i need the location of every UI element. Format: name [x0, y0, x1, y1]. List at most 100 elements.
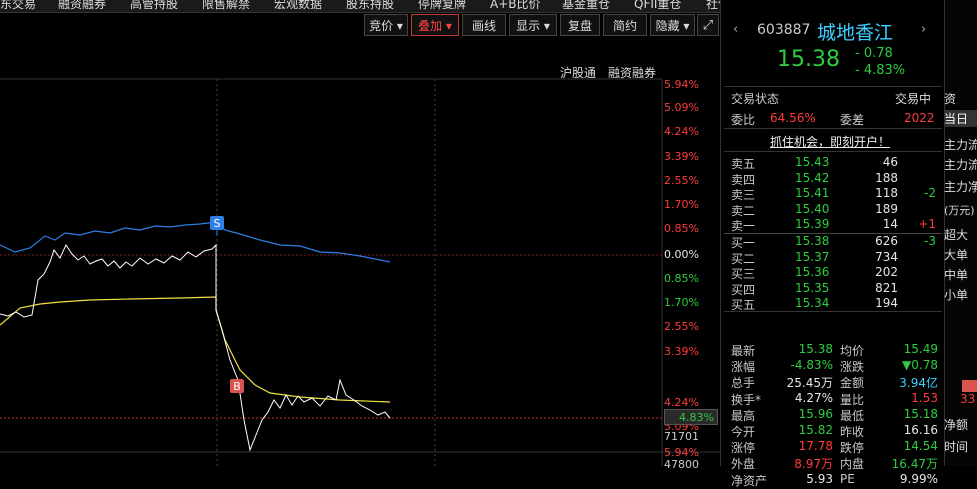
- divider: [724, 86, 942, 87]
- stat-value: 15.96: [798, 406, 833, 421]
- y-tick-label: 0.00%: [664, 248, 699, 261]
- stat-value: 25.45万: [786, 376, 833, 391]
- stat-value: 4.27%: [794, 390, 833, 405]
- simple-button[interactable]: 简约: [603, 14, 647, 36]
- capital-flow-row: 主力净: [944, 180, 977, 194]
- open-account-link[interactable]: 抓住机会，即刻开户！: [770, 133, 890, 150]
- divider: [724, 311, 942, 312]
- stat-label: 净资产: [731, 473, 768, 488]
- level-volume: 821: [875, 280, 898, 295]
- simple-label: 简约: [612, 19, 637, 33]
- stat-label: 总手: [731, 376, 756, 391]
- stat-value: 16.47万: [891, 457, 938, 472]
- ask-level-label: 卖一: [731, 219, 756, 233]
- y-tick-label: 2.55%: [664, 320, 699, 333]
- flow-bar-value: 33: [960, 392, 976, 406]
- hide-label: 隐藏: [655, 19, 680, 33]
- bid-level-label: 买一: [731, 236, 756, 250]
- stat-label: 内盘: [840, 457, 865, 472]
- stat-value: 1.53: [911, 390, 938, 405]
- nav-item[interactable]: 社保重仓: [706, 0, 720, 12]
- level-volume: 202: [875, 265, 898, 279]
- level-volume: 189: [875, 201, 898, 216]
- stock-name: 城地香江: [817, 22, 894, 44]
- display-button[interactable]: 显示 ▾: [509, 14, 557, 36]
- y-tick-label: 4.24%: [664, 125, 699, 138]
- hide-button[interactable]: 隐藏 ▾: [650, 14, 695, 36]
- sell-marker-text: S: [214, 217, 221, 230]
- stat-value: 14.54: [903, 439, 938, 454]
- expand-icon[interactable]: ⤢: [697, 14, 719, 36]
- bidding-button[interactable]: 竞价 ▾: [364, 14, 408, 36]
- stat-label: 换手*: [731, 392, 762, 407]
- level-volume: 188: [875, 170, 898, 185]
- nav-item[interactable]: 限售解禁: [202, 0, 250, 12]
- nav-item[interactable]: 高管持股: [130, 0, 178, 12]
- bid-level-label: 买三: [731, 267, 756, 281]
- capital-flow-row: (万元): [944, 204, 975, 217]
- y-tick-label: 1.70%: [664, 198, 699, 211]
- capital-flow-row: 大单: [944, 248, 969, 262]
- nav-item[interactable]: 停牌复牌: [418, 0, 466, 12]
- chevron-down-icon: ▾: [683, 19, 690, 33]
- volume-label-bottom: 47800: [664, 458, 699, 471]
- nav-item[interactable]: 股东持股: [346, 0, 394, 12]
- stat-label: 涨停: [731, 441, 756, 456]
- nav-item[interactable]: 融资融券: [58, 0, 106, 12]
- y-tick-label: 0.85%: [664, 272, 699, 285]
- prev-stock-icon[interactable]: ‹: [733, 22, 738, 37]
- level-change: +1: [918, 217, 936, 231]
- trade-status-value: 交易中: [895, 92, 932, 106]
- divider: [724, 233, 942, 234]
- level-price: 15.34: [795, 296, 830, 310]
- stat-label: PE: [840, 471, 855, 486]
- stat-label: 涨跌: [840, 360, 865, 375]
- draw-line-label: 画线: [471, 19, 496, 33]
- ask-level-label: 卖三: [731, 188, 756, 202]
- divider: [724, 151, 942, 152]
- intraday-chart[interactable]: S B: [0, 40, 720, 466]
- chevron-down-icon: ▾: [543, 19, 550, 33]
- bid-level-label: 买二: [731, 251, 756, 266]
- stat-label: 均价: [840, 344, 865, 358]
- bid-level-label: 买四: [731, 282, 756, 297]
- stat-label: 量比: [840, 392, 865, 407]
- y-tick-label: 5.09%: [664, 101, 699, 114]
- stat-value: 15.18: [903, 406, 938, 421]
- capital-flow-row: 小单: [944, 288, 969, 302]
- y-tick-label: 5.94%: [664, 78, 699, 91]
- overlay-button[interactable]: 叠加 ▾: [411, 14, 459, 36]
- stat-label: 最新: [731, 344, 756, 358]
- next-stock-icon[interactable]: ›: [921, 22, 926, 37]
- draw-line-button[interactable]: 画线: [462, 14, 506, 36]
- trade-status-label: 交易状态: [731, 92, 780, 106]
- level-volume: 194: [875, 296, 898, 310]
- stat-value: 3.94亿: [899, 376, 938, 391]
- ask-level-label: 卖四: [731, 172, 756, 187]
- y-tick-label: 3.39%: [664, 150, 699, 163]
- level-price: 15.37: [795, 249, 830, 264]
- stat-label: 外盘: [731, 457, 756, 472]
- stat-label: 金额: [840, 376, 865, 391]
- nav-item[interactable]: A+B比价: [490, 0, 541, 12]
- level-volume: 46: [882, 155, 898, 169]
- order-ratio-label: 委比: [731, 113, 756, 127]
- capital-flow-row: 主力流: [944, 158, 977, 172]
- avg-line: [0, 296, 391, 403]
- today-tab[interactable]: 当日: [944, 110, 977, 127]
- volume-label-top: 71701: [664, 430, 699, 443]
- level-price: 15.42: [795, 170, 830, 185]
- replay-label: 复盘: [567, 19, 592, 33]
- nav-item[interactable]: 基金重仓: [562, 0, 610, 12]
- nav-item[interactable]: 东交易: [0, 0, 36, 12]
- replay-button[interactable]: 复盘: [560, 14, 600, 36]
- stat-value: 17.78: [798, 439, 833, 454]
- nav-item[interactable]: QFII重仓: [634, 0, 681, 12]
- y-tick-label: 3.39%: [664, 345, 699, 358]
- ask-level-label: 卖二: [731, 203, 756, 218]
- nav-item[interactable]: 宏观数据: [274, 0, 322, 12]
- y-tick-label: 2.55%: [664, 174, 699, 187]
- capital-tab[interactable]: 资: [944, 90, 977, 107]
- current-change-badge: 4.83%: [664, 409, 718, 425]
- capital-flow-row: 主力流: [944, 138, 977, 152]
